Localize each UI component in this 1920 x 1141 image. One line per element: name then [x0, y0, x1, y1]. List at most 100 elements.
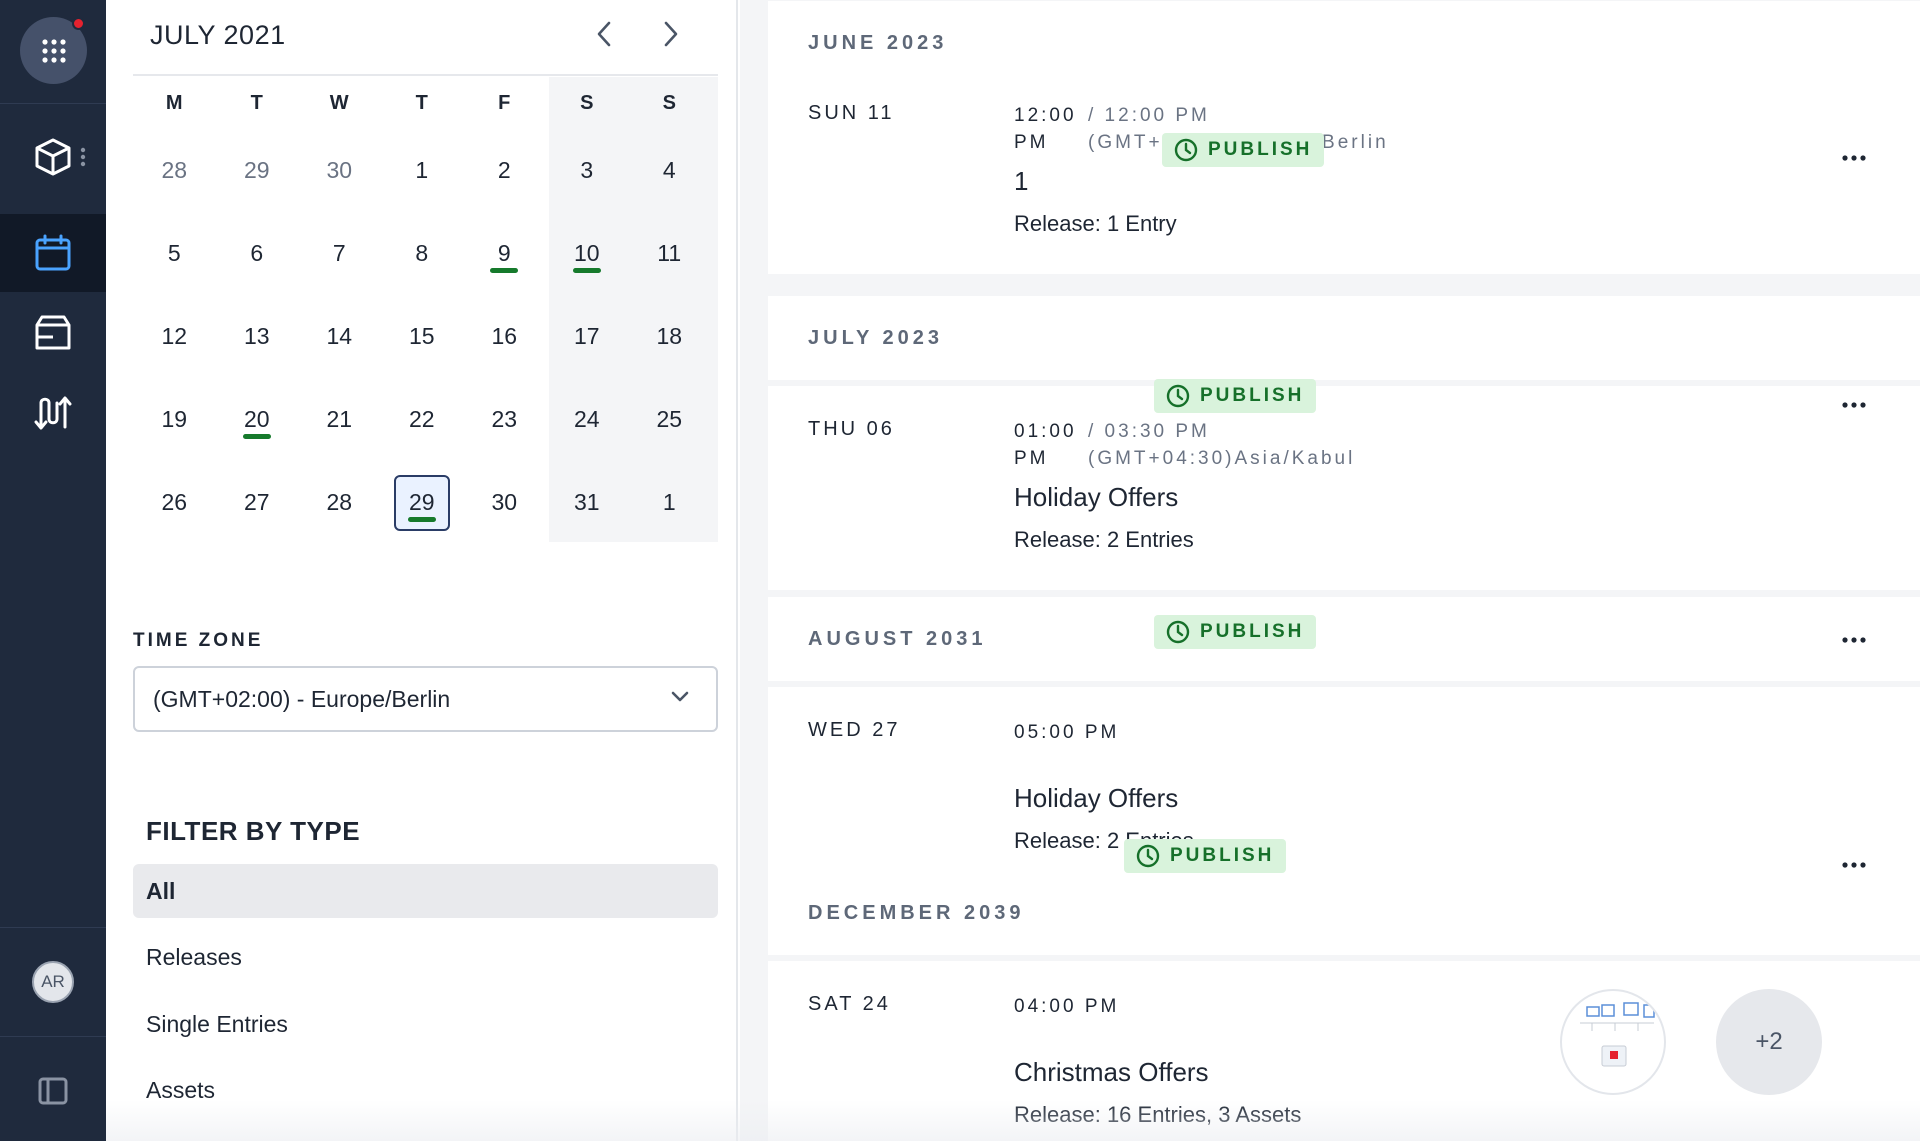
calendar-day[interactable]: 21	[298, 378, 381, 461]
day-number: 23	[491, 406, 518, 432]
calendar-day[interactable]: 1	[628, 461, 711, 544]
calendar-day[interactable]: 6	[216, 212, 299, 295]
calendar-day[interactable]: 8	[381, 212, 464, 295]
calendar-day[interactable]: 13	[216, 295, 299, 378]
calendar-day[interactable]: 5	[133, 212, 216, 295]
event-more-button[interactable]	[1834, 625, 1874, 655]
day-number: 6	[250, 240, 264, 266]
day-number: 17	[573, 323, 600, 349]
event-card[interactable]: WED 27 05:00 PM Holiday Offers Release: 2 E…	[768, 615, 1920, 891]
event-card[interactable]: THU 06 01:00 PM/ 03:30 PM (GMT+04:30)Asia…	[768, 379, 1920, 590]
avatar[interactable]: AR	[32, 961, 74, 1003]
day-number: 31	[573, 489, 600, 515]
grid-dots-icon	[42, 39, 66, 63]
event-title[interactable]: Holiday Offers	[1014, 783, 1178, 814]
calendar-day[interactable]: 22	[381, 378, 464, 461]
event-more-button[interactable]	[1834, 143, 1874, 173]
calendar-day[interactable]: 16	[463, 295, 546, 378]
badge-label: PUBLISH	[1200, 621, 1305, 642]
filter-item-single-entries[interactable]: Single Entries	[133, 997, 718, 1051]
rail-divider	[0, 103, 106, 104]
timezone-select[interactable]: (GMT+02:00) - Europe/Berlin	[133, 666, 718, 732]
weekday-header: M	[165, 91, 183, 114]
calendar-day[interactable]: 23	[463, 378, 546, 461]
event-card[interactable]: SUN 1112:00 PM/ 12:00 PM (GMT+02:00)Euro…	[768, 70, 1920, 274]
calendar-day[interactable]: 24	[546, 378, 629, 461]
calendar-day[interactable]: 28	[133, 129, 216, 212]
day-number: 28	[161, 157, 188, 183]
package-icon	[35, 315, 71, 350]
calendar-day[interactable]: 9	[463, 212, 546, 295]
badge-label: PUBLISH	[1200, 385, 1305, 406]
day-number: 16	[491, 323, 518, 349]
sidebar-item-content-model[interactable]	[0, 118, 106, 196]
more-horizontal-icon	[1842, 862, 1866, 868]
asset-thumbnail[interactable]	[1560, 989, 1666, 1095]
next-month-button[interactable]	[653, 16, 689, 52]
calendar-grid: M T W T F S S 28 29 30 1 2 3 4 5 6 7 8 9 10 11 12 13 14 15 16 17 18…	[133, 77, 718, 544]
event-card[interactable]: SAT 24 04:00 PM Christmas Offers Release: 1…	[768, 839, 1920, 1141]
day-number: 14	[326, 323, 353, 349]
weekday-header: T	[415, 91, 428, 114]
weekday-header: W	[329, 91, 349, 114]
chevron-left-icon	[597, 21, 611, 47]
calendar-day[interactable]: 18	[628, 295, 711, 378]
day-number: 2	[497, 157, 511, 183]
prev-month-button[interactable]	[586, 16, 622, 52]
calendar-day[interactable]: 19	[133, 378, 216, 461]
event-date: THU 06	[808, 418, 895, 440]
timezone-label: TIME ZONE	[133, 630, 264, 651]
badge-label: PUBLISH	[1208, 139, 1313, 160]
event-title[interactable]: Holiday Offers	[1014, 482, 1178, 513]
calendar-day[interactable]: 2	[463, 129, 546, 212]
sidebar-item-releases[interactable]	[0, 294, 106, 372]
filter-item-all[interactable]: All	[133, 864, 718, 918]
event-title[interactable]: 1	[1014, 166, 1028, 197]
weekday-header: F	[498, 91, 511, 114]
calendar-day[interactable]: 7	[298, 212, 381, 295]
calendar-day[interactable]: 30	[298, 129, 381, 212]
calendar-day[interactable]: 4	[628, 129, 711, 212]
sidebar-toggle-icon	[38, 1077, 68, 1105]
calendar-day[interactable]: 25	[628, 378, 711, 461]
calendar-day[interactable]: 11	[628, 212, 711, 295]
day-number: 22	[408, 406, 435, 432]
calendar-day[interactable]: 31	[546, 461, 629, 544]
calendar-day-selected[interactable]: 29	[381, 461, 464, 544]
calendar-day[interactable]: 26	[133, 461, 216, 544]
app-launcher-button[interactable]	[20, 17, 87, 84]
calendar-day[interactable]: 30	[463, 461, 546, 544]
calendar-day[interactable]: 12	[133, 295, 216, 378]
more-vertical-icon[interactable]	[80, 147, 86, 167]
scheduled-marker	[242, 434, 271, 439]
calendar-day[interactable]: 1	[381, 129, 464, 212]
filter-item-assets[interactable]: Assets	[133, 1064, 718, 1118]
calendar-day[interactable]: 14	[298, 295, 381, 378]
calendar-day[interactable]: 10	[546, 212, 629, 295]
calendar-divider	[133, 74, 718, 76]
sidebar-collapse-button[interactable]	[0, 1052, 106, 1130]
event-more-button[interactable]	[1834, 850, 1874, 880]
filter-item-releases[interactable]: Releases	[133, 931, 718, 985]
day-number: 30	[491, 489, 518, 515]
calendar-day[interactable]: 3	[546, 129, 629, 212]
sidebar-item-schedule[interactable]	[0, 214, 106, 292]
event-subtitle: Release: 16 Entries, 3 Assets	[1014, 1102, 1302, 1127]
day-number: 19	[161, 406, 188, 432]
publish-badge: PUBLISH	[1124, 839, 1287, 873]
more-assets-count[interactable]: +2	[1716, 989, 1822, 1095]
calendar-day[interactable]: 28	[298, 461, 381, 544]
day-number: 29	[243, 157, 270, 183]
calendar-day[interactable]: 17	[546, 295, 629, 378]
event-more-button[interactable]	[1834, 390, 1874, 420]
event-title[interactable]: Christmas Offers	[1014, 1057, 1209, 1088]
day-number: 8	[415, 240, 429, 266]
calendar-day[interactable]: 20	[216, 378, 299, 461]
sidebar-item-workflows[interactable]	[0, 374, 106, 452]
calendar-day[interactable]: 15	[381, 295, 464, 378]
day-number: 12	[161, 323, 188, 349]
clock-icon	[1136, 844, 1160, 868]
calendar-day[interactable]: 29	[216, 129, 299, 212]
chevron-right-icon	[664, 21, 678, 47]
calendar-day[interactable]: 27	[216, 461, 299, 544]
